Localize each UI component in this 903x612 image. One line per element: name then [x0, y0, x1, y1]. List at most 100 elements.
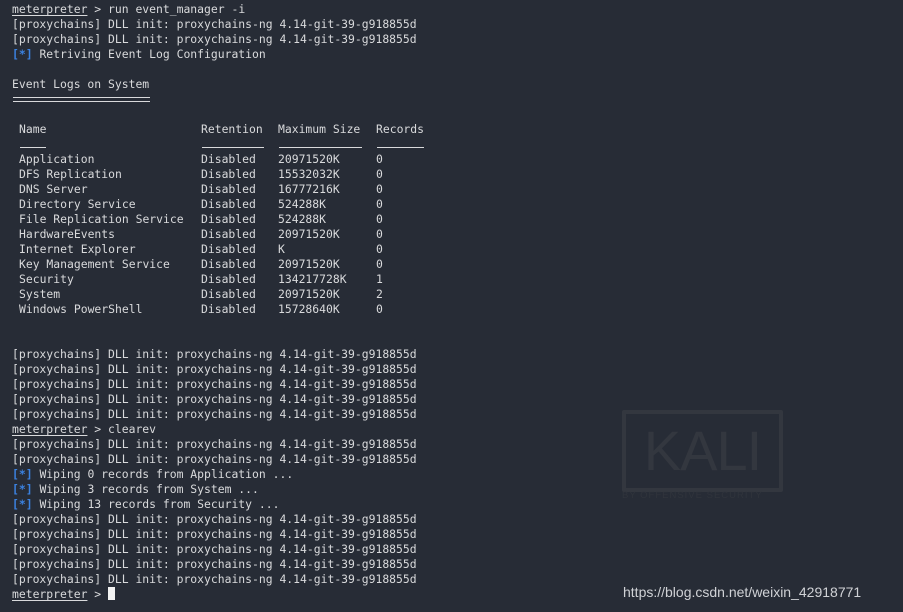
info-marker-icon: [*] [12, 497, 33, 511]
log-name-cell: DNS Server [19, 182, 88, 196]
retention-cell: Disabled [201, 272, 256, 286]
table-row: HardwareEvents Disabled 20971520K 0 [12, 227, 903, 242]
info-marker-icon: [*] [12, 482, 33, 496]
log-text: [proxychains] DLL init: proxychains-ng 4… [12, 572, 417, 586]
table-row: Directory Service Disabled 524288K 0 [12, 197, 903, 212]
records-cell: 2 [376, 287, 383, 301]
maximum-size-cell: 524288K [278, 212, 327, 226]
retention-cell: Disabled [201, 167, 256, 181]
proxychains-log-line: [proxychains] DLL init: proxychains-ng 4… [12, 17, 903, 32]
table-row: Windows PowerShell Disabled 15728640K 0 [12, 302, 903, 317]
prompt-separator: > [87, 2, 109, 16]
table-row: Application Disabled 20971520K 0 [12, 152, 903, 167]
maximum-size-cell: K [278, 242, 285, 256]
records-cell: 0 [376, 212, 383, 226]
proxychains-log-line: [proxychains] DLL init: proxychains-ng 4… [12, 377, 903, 392]
info-text: Wiping 3 records from System ... [39, 482, 259, 496]
proxychains-log-line: [proxychains] DLL init: proxychains-ng 4… [12, 362, 903, 377]
records-cell: 0 [376, 197, 383, 211]
maximum-size-cell: 20971520K [278, 152, 340, 166]
info-marker-icon: [*] [12, 47, 33, 61]
records-cell: 0 [376, 152, 383, 166]
table-row: File Replication Service Disabled 524288K 0 [12, 212, 903, 227]
column-header: Maximum Size [278, 122, 361, 136]
table-row: DNS Server Disabled 16777216K 0 [12, 182, 903, 197]
maximum-size-cell: 20971520K [278, 257, 340, 271]
proxychains-log-line: [proxychains] DLL init: proxychains-ng 4… [12, 347, 903, 362]
log-name-cell: Windows PowerShell [19, 302, 143, 316]
command-text: clearev [108, 422, 157, 436]
retention-cell: Disabled [201, 227, 256, 241]
column-underline [377, 144, 424, 148]
records-cell: 1 [376, 272, 383, 286]
records-cell: 0 [376, 227, 383, 241]
section-underline [13, 97, 150, 102]
log-name-cell: Internet Explorer [19, 242, 136, 256]
column-underline [20, 144, 46, 148]
maximum-size-cell: 524288K [278, 197, 327, 211]
column-header: Retention [201, 122, 263, 136]
maximum-size-cell: 15728640K [278, 302, 340, 316]
log-name-cell: HardwareEvents [19, 227, 116, 241]
info-marker-icon: [*] [12, 467, 33, 481]
table-row: Internet Explorer Disabled K 0 [12, 242, 903, 257]
log-name-cell: File Replication Service [19, 212, 184, 226]
table-row: Key Management Service Disabled 20971520K 0 [12, 257, 903, 272]
retention-cell: Disabled [201, 242, 256, 256]
retention-cell: Disabled [201, 152, 256, 166]
prompt-separator: > [87, 587, 109, 601]
log-name-cell: Application [19, 152, 95, 166]
log-text: [proxychains] DLL init: proxychains-ng 4… [12, 362, 417, 376]
prompt-label: meterpreter [12, 422, 88, 436]
log-name-cell: Security [19, 272, 74, 286]
watermark: https://blog.csdn.net/weixin_42918771 [623, 584, 862, 600]
retention-cell: Disabled [201, 197, 256, 211]
records-cell: 0 [376, 167, 383, 181]
log-text: [proxychains] DLL init: proxychains-ng 4… [12, 17, 417, 31]
log-text: [proxychains] DLL init: proxychains-ng 4… [12, 437, 417, 451]
table-header-row: Name Retention Maximum Size Records [12, 122, 903, 137]
retention-cell: Disabled [201, 257, 256, 271]
log-text: [proxychains] DLL init: proxychains-ng 4… [12, 452, 417, 466]
maximum-size-cell: 20971520K [278, 227, 340, 241]
records-cell: 0 [376, 257, 383, 271]
proxychains-log-line: [proxychains] DLL init: proxychains-ng 4… [12, 392, 903, 407]
table-header-underline [12, 137, 903, 152]
log-name-cell: DFS Replication [19, 167, 122, 181]
retention-cell: Disabled [201, 287, 256, 301]
records-cell: 0 [376, 302, 383, 316]
proxychains-log-line: [proxychains] DLL init: proxychains-ng 4… [12, 527, 903, 542]
retention-cell: Disabled [201, 182, 256, 196]
terminal-line [12, 92, 903, 107]
proxychains-log-line: [proxychains] DLL init: proxychains-ng 4… [12, 512, 903, 527]
table-row: DFS Replication Disabled 15532032K 0 [12, 167, 903, 182]
table-row: Security Disabled 134217728K 1 [12, 272, 903, 287]
kali-logo-subtitle: BY OFFENSIVE SECURITY [622, 490, 763, 501]
retention-cell: Disabled [201, 302, 256, 316]
command-text: run event_manager -i [108, 2, 246, 16]
log-text: [proxychains] DLL init: proxychains-ng 4… [12, 527, 417, 541]
section-title-text: Event Logs on System [12, 77, 150, 91]
log-text: [proxychains] DLL init: proxychains-ng 4… [12, 32, 417, 46]
maximum-size-cell: 16777216K [278, 182, 340, 196]
log-text: [proxychains] DLL init: proxychains-ng 4… [12, 512, 417, 526]
retention-cell: Disabled [201, 212, 256, 226]
log-name-cell: System [19, 287, 61, 301]
column-underline [279, 144, 362, 148]
log-text: [proxychains] DLL init: proxychains-ng 4… [12, 377, 417, 391]
log-name-cell: Key Management Service [19, 257, 170, 271]
log-text: [proxychains] DLL init: proxychains-ng 4… [12, 347, 417, 361]
prompt-label: meterpreter [12, 2, 88, 16]
prompt-label: meterpreter [12, 587, 88, 601]
info-text: Wiping 13 records from Security ... [39, 497, 280, 511]
kali-logo: KALI [622, 410, 783, 492]
info-message: [*] Retriving Event Log Configuration [12, 47, 903, 62]
maximum-size-cell: 134217728K [278, 272, 347, 286]
terminal-output[interactable]: meterpreter > run event_manager -i [proxy… [12, 2, 903, 602]
info-text: Wiping 0 records from Application ... [39, 467, 294, 481]
cursor[interactable] [108, 587, 116, 600]
